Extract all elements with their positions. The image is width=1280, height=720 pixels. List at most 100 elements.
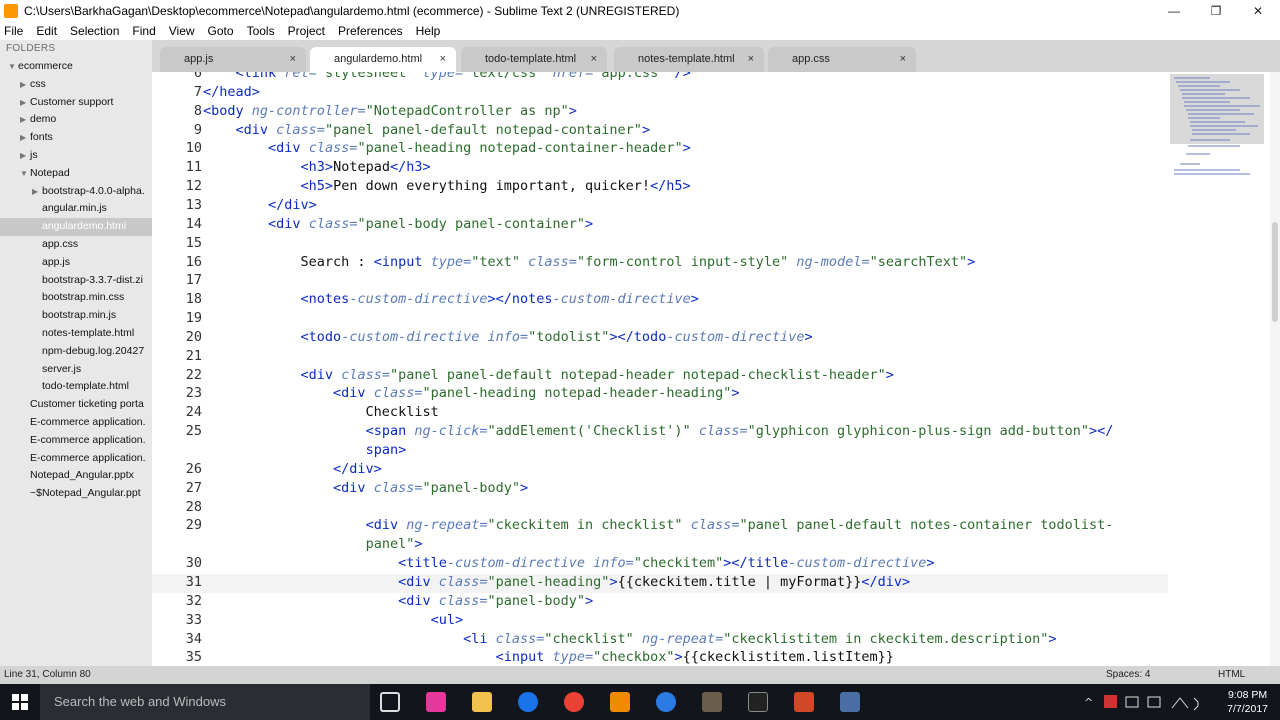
file-item[interactable]: server.js <box>0 361 152 379</box>
close-tab-icon[interactable]: × <box>290 47 296 71</box>
code-line[interactable]: span> <box>203 442 407 458</box>
code-line[interactable]: </div> <box>203 461 382 477</box>
tab-notes-template-html[interactable]: notes-template.html × <box>614 47 764 72</box>
menu-edit[interactable]: Edit <box>36 24 57 38</box>
menu-selection[interactable]: Selection <box>70 24 119 38</box>
folder-item[interactable]: ▶ bootstrap-4.0.0-alpha. <box>0 183 152 201</box>
file-item[interactable]: angulardemo.html <box>0 218 152 236</box>
indentation-setting[interactable]: Spaces: 4 <box>1106 669 1150 680</box>
code-line[interactable]: <ul> <box>203 612 464 628</box>
close-tab-icon[interactable]: × <box>440 47 446 71</box>
file-item[interactable]: bootstrap-3.3.7-dist.zi <box>0 272 152 290</box>
tab-app-css[interactable]: app.css × <box>768 47 916 72</box>
code-line[interactable]: <div class="panel-body"> <box>203 593 593 609</box>
menu-preferences[interactable]: Preferences <box>338 24 403 38</box>
edge-icon[interactable] <box>518 692 538 712</box>
folder-item[interactable]: ▶ demo <box>0 111 152 129</box>
code-line[interactable]: <div ng-repeat="ckeckitem in checklist" … <box>203 517 1114 533</box>
code-line[interactable]: <div class="panel panel-default notepad-… <box>203 367 894 383</box>
expanded-arrow-icon[interactable]: ▼ <box>8 58 18 76</box>
code-line[interactable]: <div class="panel-heading notepad-contai… <box>203 140 691 156</box>
file-item[interactable]: todo-template.html <box>0 378 152 396</box>
code-line[interactable]: <div class="panel-heading">{{ckeckitem.t… <box>203 574 910 590</box>
folder-item[interactable]: ▼ ecommerce <box>0 58 152 76</box>
file-item[interactable]: E-commerce application. <box>0 414 152 432</box>
system-tray[interactable]: ^ <box>1080 684 1210 720</box>
code-line[interactable]: <div class="panel-body panel-container"> <box>203 216 593 232</box>
code-line[interactable]: <todo-custom-directive info="todolist"><… <box>203 329 813 345</box>
code-line[interactable]: <div class="panel-body"> <box>203 480 528 496</box>
store-icon[interactable] <box>426 692 446 712</box>
folder-item[interactable]: ▶ fonts <box>0 129 152 147</box>
file-item[interactable]: Notepad_Angular.pptx <box>0 467 152 485</box>
sublime-taskbar-icon[interactable] <box>702 692 722 712</box>
code-line[interactable]: </head> <box>203 84 260 100</box>
menu-help[interactable]: Help <box>416 24 441 38</box>
collapsed-arrow-icon[interactable]: ▶ <box>20 76 30 94</box>
menu-file[interactable]: File <box>4 24 23 38</box>
task-view-icon[interactable] <box>380 692 400 712</box>
close-tab-icon[interactable]: × <box>900 47 906 71</box>
minimize-button[interactable]: — <box>1152 0 1196 21</box>
code-line[interactable]: Checklist <box>203 404 439 420</box>
collapsed-arrow-icon[interactable]: ▶ <box>20 147 30 165</box>
file-item[interactable]: angular.min.js <box>0 200 152 218</box>
cmd-icon[interactable] <box>748 692 768 712</box>
file-item[interactable]: notes-template.html <box>0 325 152 343</box>
code-editor[interactable]: 6 <link rel="stylesheet" type="text/css"… <box>152 72 1168 666</box>
syntax-mode[interactable]: HTML <box>1218 669 1245 680</box>
file-item[interactable]: app.css <box>0 236 152 254</box>
folder-item[interactable]: ▶ css <box>0 76 152 94</box>
start-button[interactable] <box>0 684 40 720</box>
tab-todo-template-html[interactable]: todo-template.html × <box>461 47 607 72</box>
code-line[interactable]: <h5>Pen down everything important, quick… <box>203 178 691 194</box>
code-line[interactable]: <div class="panel panel-default notepad-… <box>203 122 651 138</box>
tab-app-js[interactable]: app.js × <box>160 47 306 72</box>
menu-view[interactable]: View <box>169 24 195 38</box>
scrollbar-thumb[interactable] <box>1272 222 1278 322</box>
file-item[interactable]: app.js <box>0 254 152 272</box>
file-item[interactable]: Customer ticketing porta <box>0 396 152 414</box>
collapsed-arrow-icon[interactable]: ▶ <box>20 111 30 129</box>
code-line[interactable]: <div class="panel-heading notepad-header… <box>203 385 739 401</box>
vlc-icon[interactable] <box>610 692 630 712</box>
taskbar-search-box[interactable]: Search the web and Windows <box>40 684 370 720</box>
menu-project[interactable]: Project <box>288 24 325 38</box>
code-line[interactable]: <body ng-controller="NotepadController a… <box>203 103 577 119</box>
minimap[interactable] <box>1168 72 1280 666</box>
collapsed-arrow-icon[interactable]: ▶ <box>20 94 30 112</box>
taskbar-clock[interactable]: 9:08 PM 7/7/2017 <box>1227 688 1268 716</box>
close-tab-icon[interactable]: × <box>748 47 754 71</box>
file-item[interactable]: ~$Notepad_Angular.ppt <box>0 485 152 503</box>
code-line[interactable]: <li class="checklist" ng-repeat="ckeckli… <box>203 631 1056 647</box>
folder-item[interactable]: ▼ Notepad <box>0 165 152 183</box>
vertical-scrollbar[interactable] <box>1270 72 1280 666</box>
code-line[interactable]: <span ng-click="addElement('Checklist')"… <box>203 423 1114 439</box>
expanded-arrow-icon[interactable]: ▼ <box>20 165 30 183</box>
menu-tools[interactable]: Tools <box>247 24 275 38</box>
code-line[interactable]: panel"> <box>203 536 423 552</box>
menu-find[interactable]: Find <box>132 24 155 38</box>
maximize-button[interactable]: ❐ <box>1194 0 1238 21</box>
folder-item[interactable]: ▶ Customer support <box>0 94 152 112</box>
code-line[interactable]: </div> <box>203 197 317 213</box>
teamviewer-icon[interactable] <box>656 692 676 712</box>
code-line[interactable]: Search : <input type="text" class="form-… <box>203 254 976 270</box>
tab-angulardemo-html[interactable]: angulardemo.html × <box>310 47 456 72</box>
file-item[interactable]: E-commerce application. <box>0 450 152 468</box>
file-item[interactable]: npm-debug.log.20427 <box>0 343 152 361</box>
collapsed-arrow-icon[interactable]: ▶ <box>32 183 42 201</box>
powerpoint-icon[interactable] <box>794 692 814 712</box>
folder-item[interactable]: ▶ js <box>0 147 152 165</box>
file-explorer-icon[interactable] <box>472 692 492 712</box>
close-tab-icon[interactable]: × <box>591 47 597 71</box>
collapsed-arrow-icon[interactable]: ▶ <box>20 129 30 147</box>
file-item[interactable]: E-commerce application. <box>0 432 152 450</box>
file-item[interactable]: bootstrap.min.js <box>0 307 152 325</box>
menu-goto[interactable]: Goto <box>208 24 234 38</box>
close-window-button[interactable]: ✕ <box>1236 0 1280 21</box>
code-line[interactable]: <notes-custom-directive></notes-custom-d… <box>203 291 699 307</box>
file-item[interactable]: bootstrap.min.css <box>0 289 152 307</box>
chrome-icon[interactable] <box>564 692 584 712</box>
code-line[interactable]: <input type="checkbox">{{ckecklistitem.l… <box>203 649 894 665</box>
